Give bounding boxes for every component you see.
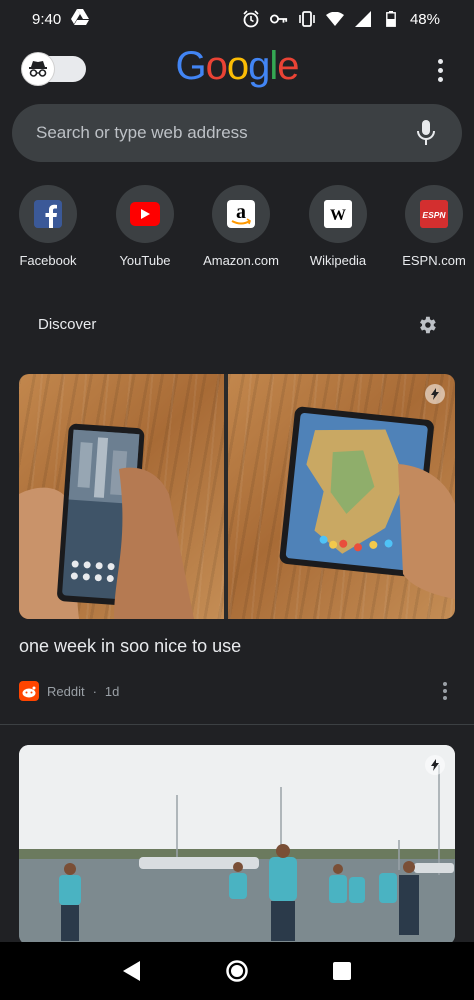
vibrate-icon bbox=[298, 10, 316, 28]
wifi-icon bbox=[325, 10, 344, 28]
wikipedia-icon: W bbox=[324, 200, 352, 228]
espn-icon: ESPN bbox=[420, 200, 448, 228]
menu-dot bbox=[437, 76, 443, 82]
card-more-icon[interactable] bbox=[442, 682, 448, 700]
logo-letter-g: G bbox=[175, 44, 206, 88]
alarm-icon bbox=[242, 10, 260, 28]
shortcut-amazon[interactable]: a Amazon.com bbox=[193, 185, 289, 268]
amp-lightning-icon bbox=[425, 384, 445, 404]
more-dot bbox=[443, 682, 447, 686]
recents-square-icon[interactable] bbox=[327, 956, 357, 986]
card-image[interactable] bbox=[19, 745, 455, 945]
phone-photo-right bbox=[279, 406, 455, 599]
signal-icon bbox=[354, 10, 372, 28]
card-source-separator: · bbox=[92, 683, 97, 699]
shortcut-label: Amazon.com bbox=[203, 253, 279, 268]
shortcut-youtube[interactable]: YouTube bbox=[97, 185, 193, 268]
shortcuts-row: Facebook YouTube a Amazon.com W Wikipedi… bbox=[0, 185, 474, 275]
more-dot bbox=[443, 696, 447, 700]
more-vert-icon[interactable] bbox=[428, 56, 452, 84]
search-input[interactable]: Search or type web address bbox=[36, 123, 414, 143]
youtube-icon bbox=[130, 202, 160, 226]
shortcut-facebook[interactable]: Facebook bbox=[0, 185, 96, 268]
battery-icon bbox=[382, 10, 400, 28]
card-image-right bbox=[228, 374, 455, 619]
facebook-icon bbox=[34, 200, 62, 228]
mic-icon[interactable] bbox=[414, 118, 438, 148]
card-title[interactable]: one week in soo nice to use bbox=[19, 636, 241, 657]
battery-percent: 48% bbox=[409, 10, 440, 28]
logo-letter-o1: o bbox=[205, 44, 228, 88]
shortcut-label: Wikipedia bbox=[309, 253, 367, 268]
shortcut-circle: W bbox=[309, 185, 367, 243]
card-source-name: Reddit bbox=[47, 683, 85, 699]
shortcut-label: ESPN.com bbox=[402, 253, 466, 268]
card-divider bbox=[0, 724, 474, 725]
reddit-icon bbox=[19, 681, 39, 701]
shortcut-circle: ESPN bbox=[405, 185, 463, 243]
status-bar: 9:40 48% bbox=[0, 0, 474, 38]
logo-letter-g2: g bbox=[248, 44, 270, 88]
amp-lightning-icon bbox=[425, 755, 445, 775]
status-left: 9:40 bbox=[32, 9, 90, 29]
shortcut-circle bbox=[19, 185, 77, 243]
shortcut-circle bbox=[116, 185, 174, 243]
phone-photo-left bbox=[19, 423, 194, 619]
back-triangle-icon[interactable] bbox=[117, 956, 147, 986]
discover-title: Discover bbox=[38, 316, 97, 333]
logo-letter-e: e bbox=[277, 44, 299, 88]
google-logo: Google bbox=[0, 44, 474, 89]
menu-dot bbox=[437, 58, 443, 64]
search-box[interactable]: Search or type web address bbox=[12, 104, 462, 162]
system-nav-bar bbox=[0, 942, 474, 1000]
more-dot bbox=[443, 689, 447, 693]
status-right: 48% bbox=[242, 10, 440, 28]
beach-photo bbox=[19, 745, 455, 945]
gear-icon[interactable] bbox=[416, 314, 438, 336]
shortcut-label: YouTube bbox=[119, 253, 171, 268]
shortcut-circle: a bbox=[212, 185, 270, 243]
svg-text:ESPN: ESPN bbox=[422, 210, 446, 220]
menu-dot bbox=[437, 67, 443, 73]
svg-text:a: a bbox=[236, 201, 246, 223]
shortcut-espn[interactable]: ESPN ESPN.com bbox=[386, 185, 474, 268]
status-time: 9:40 bbox=[32, 10, 62, 28]
amazon-icon: a bbox=[227, 200, 255, 228]
vpn-key-icon bbox=[269, 10, 288, 28]
shortcut-label: Facebook bbox=[19, 253, 77, 268]
card-image-left bbox=[19, 374, 224, 619]
svg-text:W: W bbox=[330, 207, 346, 224]
drive-icon bbox=[71, 9, 90, 29]
card-age: 1d bbox=[104, 683, 120, 699]
card-source: Reddit · 1d bbox=[19, 681, 119, 701]
shortcut-wikipedia[interactable]: W Wikipedia bbox=[290, 185, 386, 268]
logo-letter-o2: o bbox=[226, 44, 249, 88]
card-image[interactable] bbox=[19, 374, 455, 619]
home-circle-icon[interactable] bbox=[222, 956, 252, 986]
